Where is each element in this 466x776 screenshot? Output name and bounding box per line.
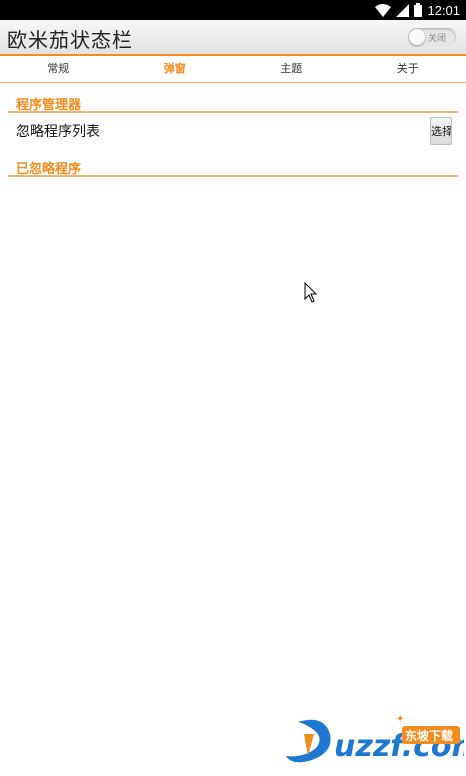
section-title: 程序管理器 <box>16 98 82 113</box>
watermark-badge: 东坡下载 <box>405 728 453 743</box>
signal-icon <box>396 3 410 17</box>
mouse-cursor-icon <box>304 282 318 303</box>
uzzf-watermark-logo: uzzf.com 东坡下载 ✦ <box>286 714 464 764</box>
status-icons: 12:01 <box>375 0 460 20</box>
tab-general[interactable]: 常规 <box>0 56 117 82</box>
tab-about[interactable]: 关于 <box>350 56 466 82</box>
pref-label: 忽略程序列表 <box>16 124 100 140</box>
sparkle-icon: ✦ <box>396 714 404 725</box>
select-button[interactable]: 选择 <box>430 117 452 145</box>
enable-toggle[interactable]: 关闭 <box>408 28 456 46</box>
tab-popup[interactable]: 弹窗 <box>117 56 234 82</box>
status-bar: 12:01 <box>0 0 466 20</box>
wifi-icon <box>375 3 392 17</box>
toggle-knob <box>409 29 425 45</box>
pref-row-ignore-list[interactable]: 忽略程序列表 选择 <box>8 116 458 156</box>
section-header-program-manager: 程序管理器 <box>8 91 458 113</box>
status-time: 12:01 <box>427 2 460 18</box>
section-header-ignored-programs: 已忽略程序 <box>8 155 458 177</box>
action-bar: 欧米茄状态栏 关闭 <box>0 20 466 56</box>
tab-theme[interactable]: 主题 <box>233 56 350 82</box>
section-title: 已忽略程序 <box>16 162 82 177</box>
app-title: 欧米茄状态栏 <box>7 28 133 52</box>
toggle-label: 关闭 <box>428 34 447 44</box>
tab-bar: 常规 弹窗 主题 关于 <box>0 56 466 83</box>
battery-icon <box>414 3 423 17</box>
